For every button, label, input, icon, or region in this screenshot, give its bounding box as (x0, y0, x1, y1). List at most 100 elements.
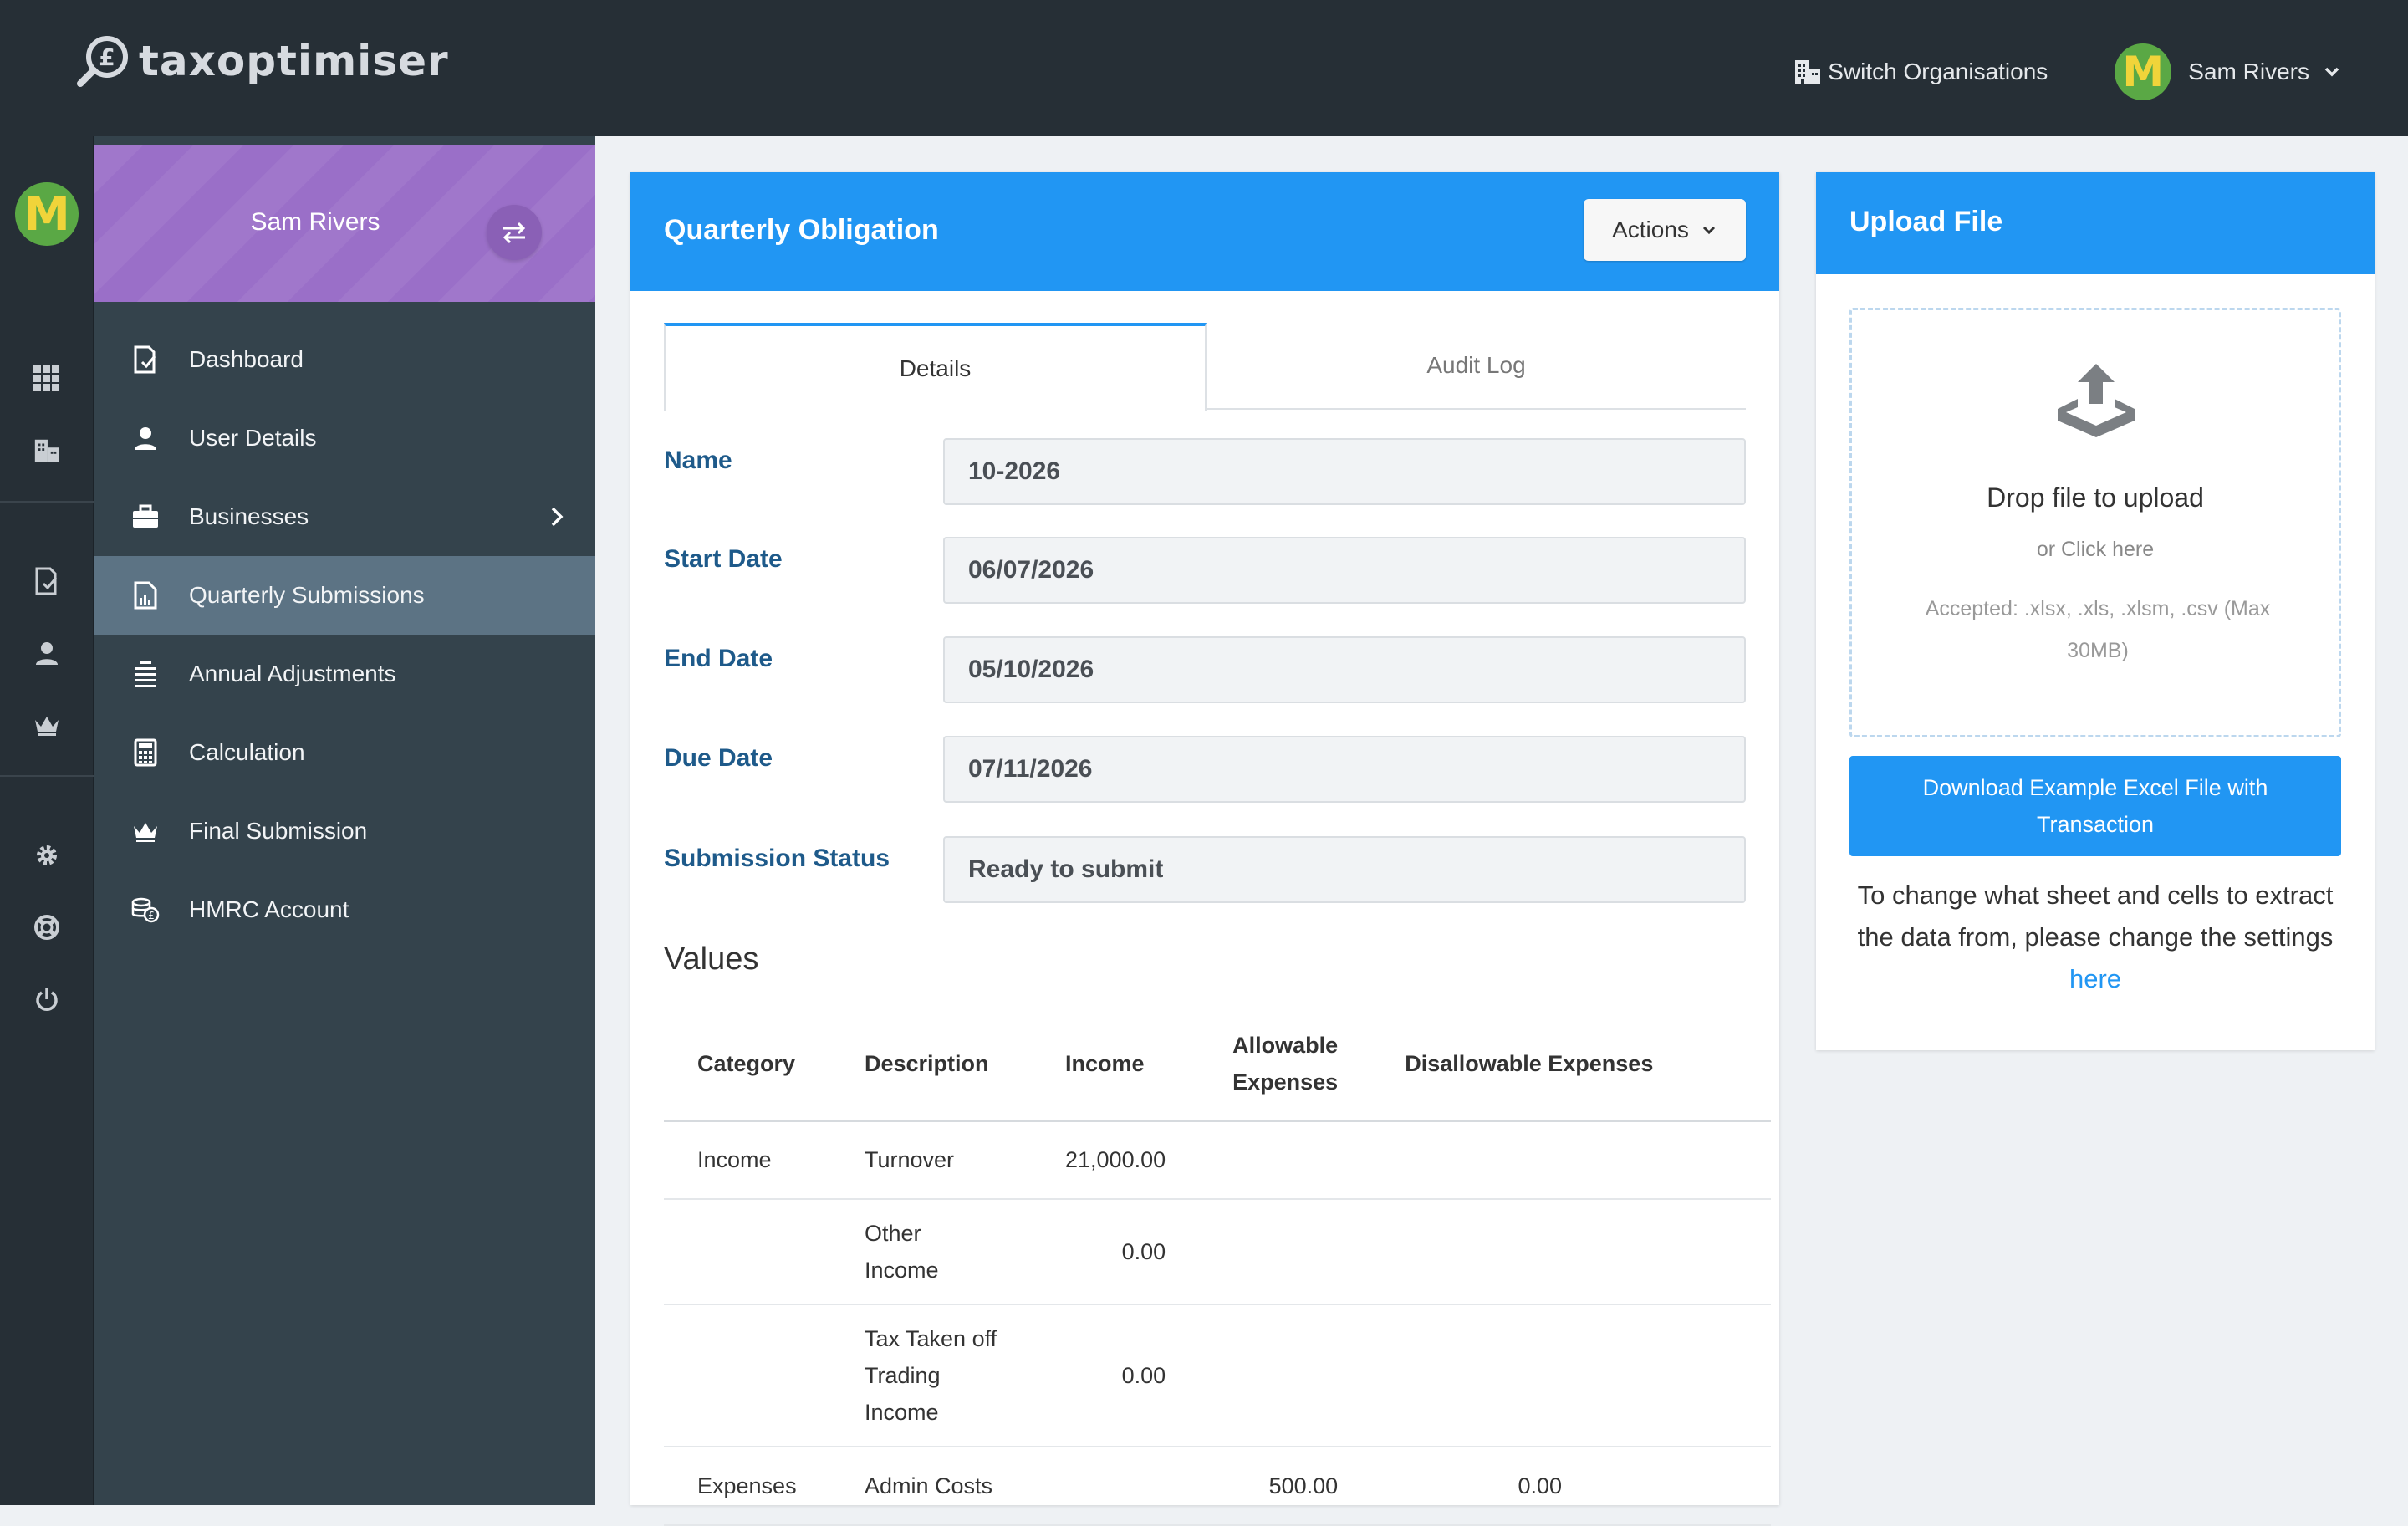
sidebar-item-label: Calculation (189, 739, 305, 765)
start-date-input[interactable] (943, 537, 1746, 604)
drop-subtitle: or Click here (2036, 538, 2155, 561)
chevron-down-icon (1702, 226, 1715, 235)
sidebar-item-label: Dashboard (189, 346, 304, 372)
table-cell: Turnover (831, 1120, 1032, 1200)
table-row: Other Income 0.00 (664, 1199, 1771, 1305)
accepted-formats: Accepted: .xlsx, .xls, .xlsm, .csv (Max … (1925, 597, 2271, 662)
field-start-date: Start Date (664, 537, 1746, 604)
column-header: Income (1032, 1008, 1200, 1122)
rail-avatar[interactable]: M (15, 182, 79, 246)
user-icon[interactable] (30, 636, 64, 670)
field-due-date: Due Date (664, 736, 1746, 803)
gear-icon[interactable] (30, 839, 64, 872)
field-label: Due Date (664, 744, 773, 772)
table-cell: Tax Taken off Trading Income (831, 1304, 1032, 1447)
sidebar-item-final-submission[interactable]: Final Submission (94, 792, 595, 870)
list-icon (127, 656, 164, 692)
coins-icon: £ (127, 891, 164, 928)
values-heading: Values (664, 942, 759, 977)
end-date-input[interactable] (943, 636, 1746, 703)
sidebar-item-quarterly-submissions[interactable]: Quarterly Submissions (94, 556, 595, 635)
switch-organisations-label: Switch Organisations (1828, 59, 2048, 84)
rail-divider (0, 501, 94, 503)
switch-organisations-link[interactable]: Switch Organisations (1793, 57, 2048, 87)
settings-note: To change what sheet and cells to extrac… (1841, 875, 2349, 1000)
table-cell (664, 1304, 831, 1447)
sidebar-item-label: Businesses (189, 503, 309, 529)
sidebar-item-label: Final Submission (189, 818, 368, 844)
quarterly-obligation-card: Quarterly Obligation Actions Details Aud… (630, 172, 1779, 1526)
field-label: End Date (664, 645, 773, 672)
table-cell (1371, 1120, 1771, 1200)
actions-label: Actions (1612, 217, 1689, 242)
table-row: Expenses Admin Costs 500.00 0.00 (664, 1447, 1771, 1526)
values-table: Category Description Income Allowable Ex… (664, 1008, 1771, 1526)
sidebar-item-label: HMRC Account (189, 896, 349, 922)
crown-icon[interactable] (30, 708, 64, 742)
field-label: Start Date (664, 545, 783, 573)
name-input[interactable] (943, 438, 1746, 505)
submission-status-input[interactable] (943, 836, 1746, 903)
sidebar-item-hmrc-account[interactable]: £ HMRC Account (94, 870, 595, 949)
power-icon[interactable] (30, 982, 64, 1016)
logo-text: taxoptimiser (139, 37, 449, 85)
report-icon (127, 577, 164, 614)
table-cell (1199, 1304, 1372, 1447)
lifebuoy-icon[interactable] (30, 911, 64, 944)
rail-divider (0, 775, 94, 777)
sidebar-item-businesses[interactable]: Businesses (94, 477, 595, 556)
upload-file-card: Upload File Drop file to upload or Click… (1816, 172, 2375, 1050)
column-header: Disallowable Expenses (1371, 1008, 1771, 1122)
sidebar-item-calculation[interactable]: Calculation (94, 713, 595, 792)
column-header: Description (831, 1008, 1032, 1122)
actions-button[interactable]: Actions (1584, 199, 1746, 261)
table-cell: Expenses (664, 1447, 831, 1526)
sidebar: Sam Rivers Dashboard User Details Busine… (94, 136, 595, 1505)
calculator-icon (127, 734, 164, 771)
table-cell (1371, 1304, 1771, 1447)
grid-icon[interactable] (30, 362, 64, 396)
switch-user-button[interactable] (487, 205, 542, 260)
settings-link[interactable]: here (2069, 964, 2121, 993)
due-date-input[interactable] (943, 736, 1746, 803)
field-label: Submission Status (664, 845, 890, 872)
sidebar-item-label: Annual Adjustments (189, 661, 396, 686)
field-name: Name (664, 438, 1746, 505)
table-cell (1199, 1120, 1372, 1200)
sidebar-item-user-details[interactable]: User Details (94, 399, 595, 477)
card-title: Quarterly Obligation (664, 214, 939, 246)
logo[interactable]: £ taxoptimiser (75, 33, 449, 89)
table-cell: 21,000.00 (1032, 1120, 1200, 1200)
user-icon (127, 420, 164, 457)
table-cell: 0.00 (1032, 1199, 1200, 1305)
sidebar-user-header: Sam Rivers (94, 145, 595, 302)
download-example-button[interactable]: Download Example Excel File with Transac… (1849, 756, 2341, 856)
avatar: M (2115, 43, 2172, 100)
tab-audit-log[interactable]: Audit Log (1207, 323, 1746, 408)
table-row: Income Turnover 21,000.00 (664, 1120, 1771, 1200)
column-header: Allowable Expenses (1199, 1008, 1372, 1122)
document-check-icon[interactable] (30, 564, 64, 598)
sidebar-item-dashboard[interactable]: Dashboard (94, 320, 595, 399)
table-cell: Admin Costs (831, 1447, 1032, 1526)
table-cell: 0.00 (1032, 1304, 1200, 1447)
table-cell (664, 1199, 831, 1305)
table-cell (1371, 1199, 1771, 1305)
building-icon[interactable] (30, 434, 64, 467)
sidebar-item-label: Quarterly Submissions (189, 582, 425, 608)
upload-tray-icon (2058, 364, 2135, 437)
table-cell: 500.00 (1199, 1447, 1372, 1526)
sidebar-item-annual-adjustments[interactable]: Annual Adjustments (94, 635, 595, 713)
file-dropzone[interactable]: Drop file to upload or Click here Accept… (1849, 308, 2341, 737)
drop-title: Drop file to upload (1987, 482, 2204, 513)
settings-note-text: To change what sheet and cells to extrac… (1857, 880, 2334, 952)
svg-text:£: £ (99, 43, 115, 71)
tab-details[interactable]: Details (664, 323, 1207, 411)
table-cell: 0.00 (1371, 1447, 1771, 1526)
sidebar-user-name: Sam Rivers (250, 208, 380, 236)
field-label: Name (664, 447, 732, 474)
user-menu[interactable]: M Sam Rivers (2115, 43, 2341, 100)
briefcase-icon (127, 498, 164, 535)
sidebar-item-label: User Details (189, 425, 317, 451)
table-cell (1032, 1447, 1200, 1526)
